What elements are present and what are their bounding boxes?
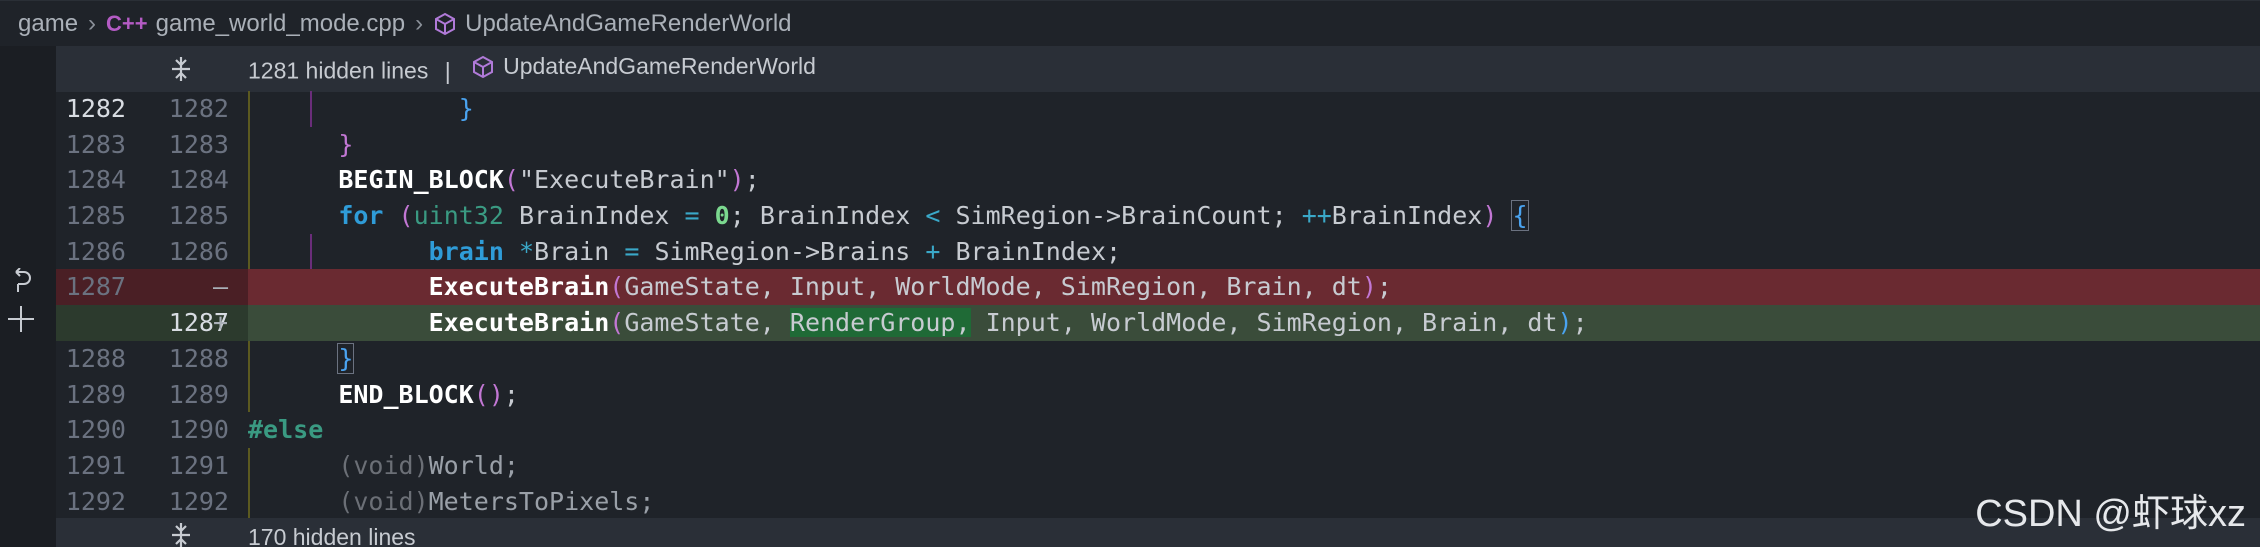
breadcrumb-file[interactable]: game_world_mode.cpp — [156, 10, 405, 38]
code-line: 1291 1291 (void)World; — [56, 447, 2260, 484]
code-line-added: 1287 + ExecuteBrain(GameState, RenderGro… — [56, 305, 2260, 341]
line-content[interactable]: } — [248, 340, 2260, 377]
hidden-lines-count: 1281 hidden lines — [248, 57, 429, 84]
code-line: 1288 1288 } — [56, 340, 2260, 377]
line-number-original: 1290 — [65, 415, 126, 445]
code-line-deleted: 1287 — ExecuteBrain(GameState, Input, Wo… — [56, 269, 2260, 306]
line-number-modified: 1288 — [168, 343, 229, 373]
symbol-method-icon — [435, 12, 456, 35]
line-content[interactable]: END_BLOCK(); — [248, 376, 2260, 413]
chevron-right-icon: › — [415, 9, 424, 37]
code-line: 1292 1292 (void)MetersToPixels; — [56, 483, 2260, 520]
line-content[interactable]: } — [248, 126, 2260, 163]
line-number-modified: 1285 — [168, 201, 229, 231]
banner-separator: | — [444, 57, 451, 84]
line-number-original: 1288 — [65, 343, 126, 373]
line-number-original: 1282 — [65, 94, 126, 123]
line-number-original: 1285 — [65, 201, 126, 231]
unfold-icon[interactable] — [168, 55, 194, 83]
code-line: 1285 1285 for (uint32 BrainIndex = 0; Br… — [56, 198, 2260, 234]
banner-symbol: UpdateAndGameRenderWorld — [503, 53, 816, 80]
hidden-lines-count: 170 hidden lines — [248, 524, 416, 547]
line-number-original: 1284 — [65, 165, 126, 195]
line-number-modified: 1282 — [168, 94, 229, 123]
line-number-modified: 1284 — [168, 165, 229, 195]
line-content[interactable]: ExecuteBrain(GameState, RenderGroup, Inp… — [248, 305, 2260, 341]
line-number-original: 1287 — [65, 272, 126, 302]
line-number-original: 1286 — [65, 236, 126, 266]
deleted-marker: — — [213, 272, 229, 302]
line-number-original: 1283 — [65, 129, 126, 159]
chevron-right-icon: › — [88, 9, 97, 37]
code-line: 1284 1284 BEGIN_BLOCK("ExecuteBrain"); — [56, 162, 2260, 199]
line-content[interactable]: for (uint32 BrainIndex = 0; BrainIndex <… — [248, 198, 2260, 234]
code-line: 1286 1286 brain *Brain = SimRegion->Brai… — [56, 233, 2260, 270]
line-number-modified: 1290 — [168, 415, 229, 445]
cpp-file-icon: C++ — [106, 10, 148, 36]
symbol-method-icon — [473, 55, 494, 78]
line-content[interactable]: brain *Brain = SimRegion->Brains + Brain… — [248, 233, 2260, 270]
revert-change-icon[interactable] — [10, 268, 34, 294]
line-content[interactable]: (void)MetersToPixels; — [248, 483, 2260, 520]
breadcrumb: game › C++ game_world_mode.cpp › UpdateA… — [0, 0, 2260, 46]
breadcrumb-folder[interactable]: game — [18, 10, 78, 38]
diff-gutter — [0, 46, 56, 547]
added-marker: + — [213, 308, 229, 338]
line-number-original: 1292 — [65, 486, 126, 516]
line-number-modified: 1291 — [168, 450, 229, 480]
stage-change-icon[interactable] — [6, 304, 36, 334]
code-line: 1282 1282 } — [56, 91, 2260, 127]
watermark: CSDN @虾球xz — [1975, 493, 2246, 535]
code-line: 1290 1290 #else — [56, 412, 2260, 448]
code-line: 1289 1289 END_BLOCK(); — [56, 376, 2260, 413]
line-content[interactable]: ExecuteBrain(GameState, Input, WorldMode… — [248, 269, 2260, 306]
line-number-modified: 1283 — [168, 129, 229, 159]
line-number-original: 1291 — [65, 450, 126, 480]
line-number-original: 1289 — [65, 379, 126, 409]
unfold-icon[interactable] — [168, 521, 194, 547]
line-content[interactable]: #else — [248, 412, 2260, 448]
line-content[interactable]: } — [248, 91, 2260, 127]
line-number-modified: 1292 — [168, 486, 229, 516]
line-content[interactable]: BEGIN_BLOCK("ExecuteBrain"); — [248, 162, 2260, 199]
hidden-lines-banner-bottom[interactable]: 170 hidden lines — [56, 518, 2260, 547]
line-number-modified: 1289 — [168, 379, 229, 409]
code-line: 1283 1283 } — [56, 126, 2260, 163]
diff-editor[interactable]: 1282 1282 } 1283 1283 } 1284 1284 BEGIN_… — [56, 91, 2260, 520]
line-content[interactable]: (void)World; — [248, 447, 2260, 484]
line-number-modified: 1286 — [168, 236, 229, 266]
breadcrumb-symbol[interactable]: UpdateAndGameRenderWorld — [465, 10, 791, 38]
hidden-lines-banner-top[interactable]: 1281 hidden lines | UpdateAndGameRenderW… — [56, 46, 2260, 92]
